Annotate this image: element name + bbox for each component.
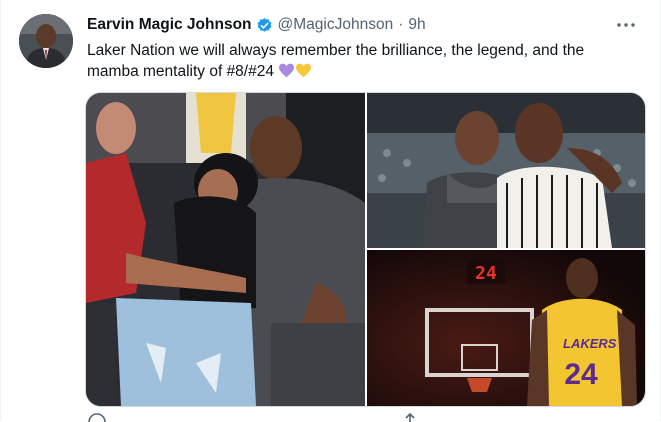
tweet-timestamp[interactable]: 9h (408, 16, 425, 34)
verified-badge-icon (256, 17, 273, 34)
tweet-card[interactable]: Earvin Magic Johnson @MagicJohnson · 9h … (0, 0, 661, 422)
yellow-heart-icon (295, 63, 312, 78)
media-grid: 24 LAKERS 24 (85, 92, 646, 407)
more-horizontal-icon[interactable] (614, 14, 638, 36)
author-handle[interactable]: @MagicJohnson (278, 16, 394, 34)
jersey-lakers-text: LAKERS (563, 336, 617, 351)
tweet-text: Laker Nation we will always remember the… (87, 40, 627, 82)
tweet-header: Earvin Magic Johnson @MagicJohnson · 9h (87, 14, 640, 36)
tweet-body: Laker Nation we will always remember the… (87, 42, 585, 80)
jersey-number: 24 (564, 358, 598, 391)
shot-clock-number: 24 (475, 263, 497, 284)
photo-kobe-and-magic[interactable] (367, 93, 645, 248)
purple-heart-icon (278, 63, 295, 78)
photo-kobe-lakers-jersey[interactable]: 24 LAKERS 24 (367, 250, 645, 406)
separator-dot: · (398, 16, 404, 33)
tweet-action-bar (85, 410, 644, 422)
photo-kobe-and-daughter[interactable] (86, 93, 365, 406)
author-avatar[interactable] (19, 14, 73, 68)
author-name[interactable]: Earvin Magic Johnson (87, 16, 252, 34)
